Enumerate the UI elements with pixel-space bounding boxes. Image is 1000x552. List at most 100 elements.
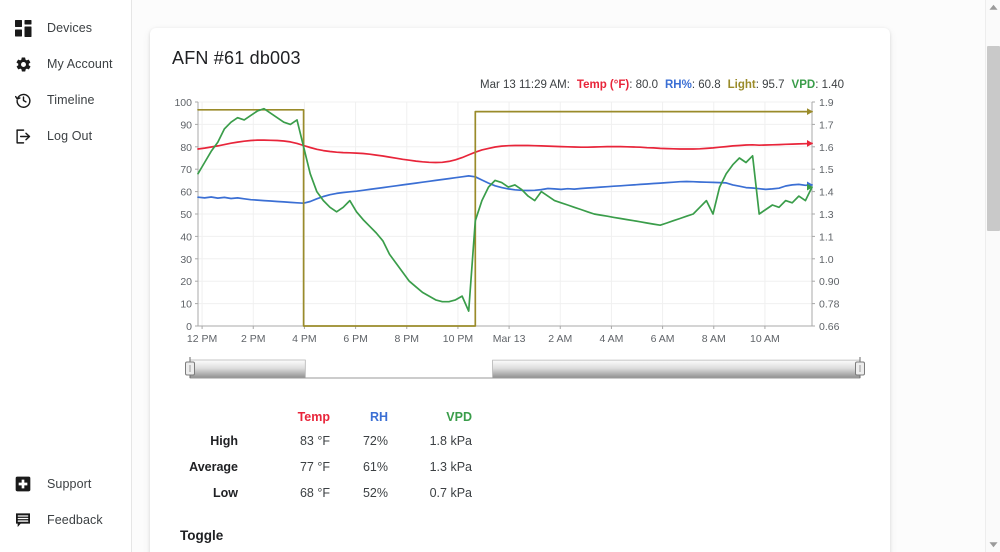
readout-key-temp: Temp (°F): [576, 79, 630, 91]
column-header-vpd: VPD: [446, 410, 472, 424]
svg-text:1.9: 1.9: [819, 97, 834, 109]
sidebar-primary-nav: Devices My Account Timeline Log Out: [0, 10, 131, 154]
readout-key-vpd: VPD: [791, 79, 816, 91]
sidebar-item-feedback[interactable]: Feedback: [0, 502, 131, 538]
svg-text:2 AM: 2 AM: [548, 333, 572, 345]
svg-text:60: 60: [180, 187, 192, 199]
svg-text:80: 80: [180, 142, 192, 154]
main-content: AFN #61 db003 Mar 13 11:29 AM: Temp (°F):…: [132, 0, 1000, 552]
table-header-row: Temp RH VPD: [180, 404, 472, 428]
readout-sep: :: [691, 79, 696, 91]
svg-text:50: 50: [180, 209, 192, 221]
readout-key-rh: RH%: [665, 79, 692, 91]
svg-text:12 PM: 12 PM: [187, 333, 217, 345]
svg-text:2 PM: 2 PM: [241, 333, 266, 345]
svg-text:6 PM: 6 PM: [343, 333, 368, 345]
gear-icon: [14, 55, 32, 73]
summary-stats: Temp RH VPD High 83 °F 72% 1.8 kPa Avera…: [180, 404, 868, 506]
svg-text:Mar 13: Mar 13: [493, 333, 526, 345]
stats-corner-blank: [180, 404, 256, 428]
plus-square-icon: [14, 475, 32, 493]
svg-text:8 PM: 8 PM: [395, 333, 420, 345]
app-root: Devices My Account Timeline Log Out Supp…: [0, 0, 1000, 552]
svg-text:1.0: 1.0: [819, 254, 834, 266]
table-row: Average 77 °F 61% 1.3 kPa: [180, 454, 472, 480]
readout-sep: :: [755, 79, 759, 91]
svg-text:10: 10: [180, 299, 192, 311]
sidebar-item-devices[interactable]: Devices: [0, 10, 131, 46]
chart-readout: Mar 13 11:29 AM: Temp (°F): 80.0 RH%: 60.8…: [172, 79, 868, 91]
svg-text:1.6: 1.6: [819, 142, 834, 154]
toggle-section: Toggle: [180, 528, 868, 552]
cell-average-rh: 61%: [362, 460, 388, 474]
cell-high-rh: 72%: [362, 434, 388, 448]
cell-average-temp: 77 °F: [299, 460, 330, 474]
svg-text:4 PM: 4 PM: [292, 333, 317, 345]
range-slider-canvas[interactable]: [180, 356, 870, 382]
svg-text:6 AM: 6 AM: [651, 333, 675, 345]
readout-key-light: Light: [727, 79, 756, 91]
grid-icon: [14, 19, 32, 37]
svg-text:0: 0: [186, 321, 192, 333]
chart-canvas[interactable]: 0 10 20 30 40 50 60 70 80 90 100 1.9 1.7 1.6 1.5 1.4 1.3…: [168, 94, 864, 352]
readout-sep: :: [629, 79, 633, 91]
svg-text:0.66: 0.66: [819, 321, 840, 333]
scroll-up-arrow-icon[interactable]: [986, 0, 1000, 15]
svg-text:100: 100: [174, 97, 192, 109]
svg-text:20: 20: [180, 276, 192, 288]
sidebar-item-log-out[interactable]: Log Out: [0, 118, 131, 154]
cell-average-vpd: 1.3 kPa: [429, 460, 472, 474]
sidebar-item-label: Timeline: [47, 93, 95, 107]
cell-high-temp: 83 °F: [299, 434, 330, 448]
sidebar: Devices My Account Timeline Log Out Supp…: [0, 0, 132, 552]
column-header-rh: RH: [369, 410, 388, 424]
svg-text:4 AM: 4 AM: [599, 333, 623, 345]
sidebar-item-label: Log Out: [47, 129, 93, 143]
readout-timestamp: Mar 13 11:29 AM:: [479, 79, 570, 91]
readout-value-temp: 80.0: [635, 79, 658, 91]
table-row: Low 68 °F 52% 0.7 kPa: [180, 480, 472, 506]
timeseries-chart[interactable]: 0 10 20 30 40 50 60 70 80 90 100 1.9 1.7 1.6 1.5 1.4 1.3…: [168, 94, 864, 352]
svg-text:1.4: 1.4: [819, 187, 834, 199]
sidebar-item-support[interactable]: Support: [0, 466, 131, 502]
page-scrollbar[interactable]: [985, 0, 1000, 552]
cell-low-temp: 68 °F: [299, 486, 330, 500]
svg-text:1.5: 1.5: [819, 164, 834, 176]
comment-lines-icon: [14, 511, 32, 529]
row-label-average: Average: [189, 460, 238, 474]
svg-text:0.90: 0.90: [819, 276, 840, 288]
device-chart-card: AFN #61 db003 Mar 13 11:29 AM: Temp (°F):…: [150, 28, 890, 552]
page-title: AFN #61 db003: [172, 48, 301, 68]
sidebar-secondary-nav: Support Feedback: [0, 466, 131, 552]
sidebar-item-label: Feedback: [47, 513, 103, 527]
sidebar-item-my-account[interactable]: My Account: [0, 46, 131, 82]
sidebar-item-label: My Account: [47, 57, 113, 71]
logout-arrow-icon: [14, 127, 32, 145]
toggle-heading: Toggle: [180, 528, 224, 543]
row-label-low: Low: [213, 486, 238, 500]
scrollbar-thumb[interactable]: [987, 46, 1000, 231]
svg-text:1.3: 1.3: [819, 209, 834, 221]
svg-text:1.1: 1.1: [819, 231, 834, 243]
svg-text:1.7: 1.7: [819, 119, 834, 131]
history-clock-icon: [14, 91, 32, 109]
svg-text:30: 30: [180, 254, 192, 266]
table-row: High 83 °F 72% 1.8 kPa: [180, 428, 472, 454]
readout-value-light: 95.7: [762, 79, 785, 91]
svg-text:40: 40: [180, 231, 192, 243]
column-header-temp: Temp: [297, 410, 330, 424]
sidebar-item-label: Devices: [47, 21, 93, 35]
chart-range-slider[interactable]: [180, 356, 870, 382]
sidebar-item-timeline[interactable]: Timeline: [0, 82, 131, 118]
cell-low-vpd: 0.7 kPa: [429, 486, 472, 500]
scroll-down-arrow-icon[interactable]: [986, 537, 1000, 552]
svg-text:10 AM: 10 AM: [750, 333, 780, 345]
stats-table: Temp RH VPD High 83 °F 72% 1.8 kPa Avera…: [180, 404, 472, 506]
readout-value-rh: 60.8: [698, 79, 721, 91]
cell-low-rh: 52%: [362, 486, 388, 500]
readout-sep: :: [815, 79, 819, 91]
row-label-high: High: [210, 434, 238, 448]
cell-high-vpd: 1.8 kPa: [429, 434, 472, 448]
svg-text:8 AM: 8 AM: [702, 333, 726, 345]
sidebar-item-label: Support: [47, 477, 92, 491]
